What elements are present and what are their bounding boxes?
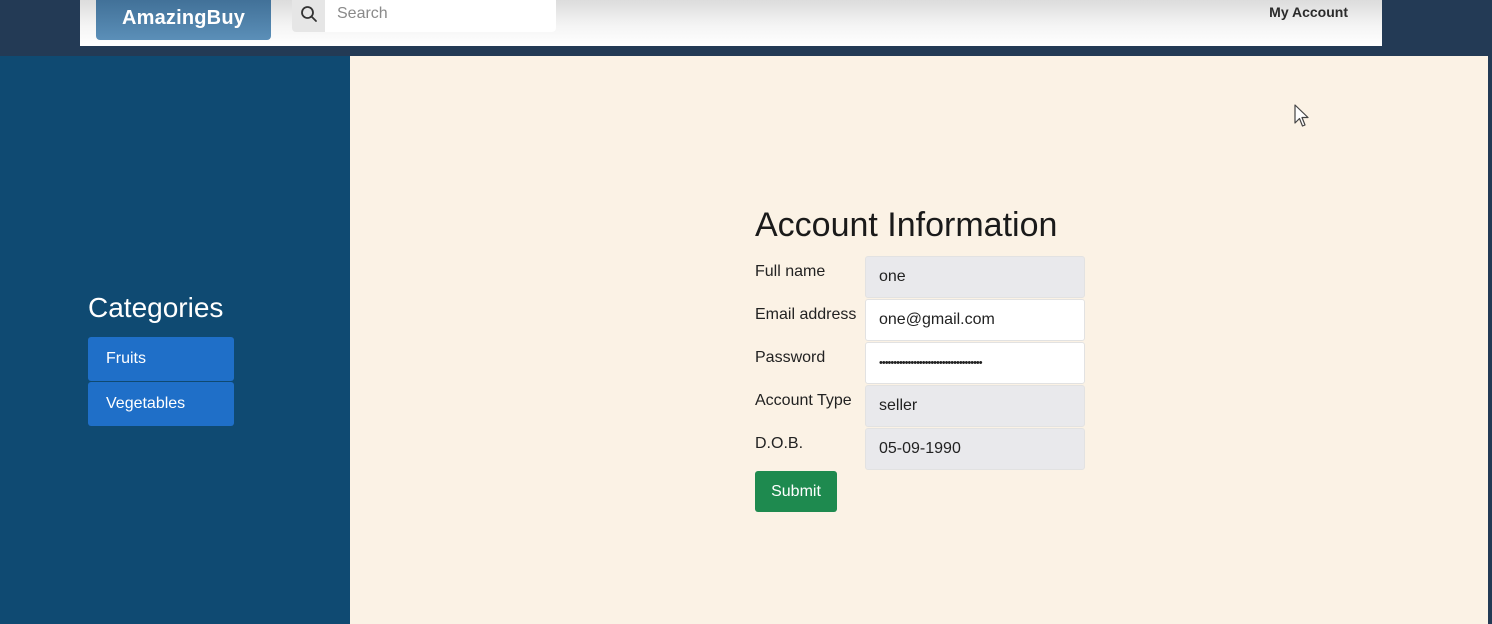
dob-field[interactable]	[865, 428, 1085, 470]
sidebar: Categories Fruits Vegetables	[0, 56, 350, 624]
full-name-label: Full name	[755, 263, 826, 280]
search-bar	[292, 0, 556, 32]
category-item-vegetables[interactable]: Vegetables	[88, 382, 234, 426]
main-content: Account Information Full name Email addr…	[350, 56, 1488, 624]
search-icon	[300, 6, 317, 22]
search-input[interactable]	[325, 0, 556, 32]
email-label: Email address	[755, 306, 857, 323]
account-type-field[interactable]	[865, 385, 1085, 427]
password-field[interactable]	[865, 342, 1085, 384]
app-window: AmazingBuy My Account Categories Fruits …	[0, 0, 1492, 624]
account-type-label: Account Type	[755, 392, 852, 409]
search-button[interactable]	[292, 0, 325, 32]
category-item-fruits[interactable]: Fruits	[88, 337, 234, 381]
password-label: Password	[755, 349, 826, 366]
dob-label: D.O.B.	[755, 435, 804, 452]
window-edge	[1488, 56, 1492, 624]
brand-logo[interactable]: AmazingBuy	[96, 0, 271, 40]
top-navbar: AmazingBuy My Account	[80, 0, 1382, 46]
email-field[interactable]	[865, 299, 1085, 341]
mouse-cursor-icon	[1294, 104, 1309, 127]
category-list: Fruits Vegetables	[88, 337, 234, 427]
categories-heading: Categories	[88, 292, 224, 323]
page-title: Account Information	[755, 206, 1058, 244]
submit-button[interactable]: Submit	[755, 471, 837, 512]
my-account-link[interactable]: My Account	[1269, 4, 1348, 20]
full-name-field[interactable]	[865, 256, 1085, 298]
